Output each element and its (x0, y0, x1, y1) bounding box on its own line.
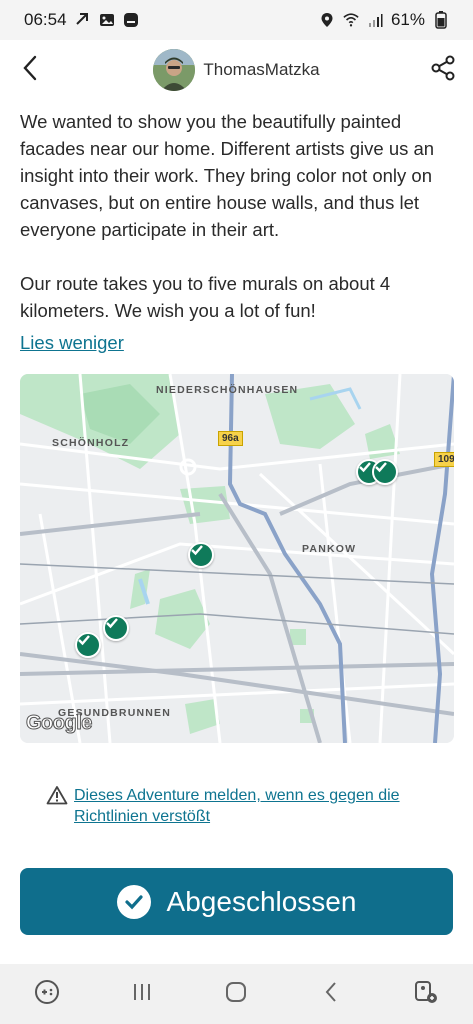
username: ThomasMatzka (203, 60, 320, 79)
map-canvas (20, 374, 454, 743)
gallery-icon (99, 12, 115, 28)
chevron-left-icon (22, 55, 38, 86)
back-nav-button[interactable] (306, 969, 356, 1019)
show-less-link[interactable]: Lies weniger (20, 329, 124, 356)
road-shield-109: 109 (434, 452, 454, 467)
accessibility-button[interactable] (401, 969, 451, 1019)
google-logo: Google (26, 712, 93, 735)
map-label-niederschoenhausen: NIEDERSCHÖNHAUSEN (156, 384, 299, 396)
home-button[interactable] (211, 969, 261, 1019)
recents-icon (131, 982, 153, 1007)
gamepad-icon (34, 979, 60, 1010)
check-icon (359, 462, 371, 473)
share-button[interactable] (421, 48, 465, 92)
description-paragraph-1: We wanted to show you the beautifully pa… (20, 111, 435, 240)
back-button[interactable] (8, 48, 52, 92)
wifi-icon (343, 12, 359, 28)
mural-pin[interactable] (188, 542, 214, 568)
check-icon (106, 618, 118, 629)
status-bar: 06:54 61% (0, 0, 473, 40)
route-map[interactable]: NIEDERSCHÖNHAUSEN SCHÖNHOLZ PANKOW GESUN… (20, 374, 454, 743)
accessibility-icon (413, 979, 439, 1010)
location-icon (319, 12, 335, 28)
app-header: ThomasMatzka (0, 40, 473, 100)
mural-pin[interactable] (75, 632, 101, 658)
avatar (153, 49, 196, 91)
mural-pin[interactable] (103, 615, 129, 641)
system-nav-bar (0, 964, 473, 1024)
description-paragraph-2: Our route takes you to five murals on ab… (20, 273, 391, 321)
report-adventure-link[interactable]: Dieses Adventure melden, wenn es gegen d… (74, 785, 446, 827)
map-label-schoenholz: SCHÖNHOLZ (52, 437, 130, 449)
warning-icon (46, 785, 68, 827)
missed-call-icon (75, 12, 91, 28)
status-left: 06:54 (24, 10, 139, 30)
app-icon (123, 12, 139, 28)
status-time: 06:54 (24, 10, 67, 29)
report-section: Dieses Adventure melden, wenn es gegen d… (46, 785, 446, 827)
game-launcher-button[interactable] (22, 969, 72, 1019)
map-label-pankow: PANKOW (302, 543, 357, 555)
road-shield-96a: 96a (218, 431, 243, 446)
chevron-left-icon (324, 981, 338, 1008)
check-icon (191, 545, 203, 556)
completed-button[interactable]: Abgeschlossen (20, 868, 453, 935)
battery-icon (433, 11, 449, 29)
signal-icon (367, 12, 383, 28)
user-profile-link[interactable]: ThomasMatzka (153, 49, 320, 91)
recent-apps-button[interactable] (117, 969, 167, 1019)
status-right: 61% (319, 10, 449, 30)
home-icon (225, 981, 247, 1008)
check-icon (375, 462, 387, 473)
share-icon (430, 55, 456, 86)
completed-button-label: Abgeschlossen (166, 885, 357, 917)
check-icon (78, 635, 90, 646)
battery-percent: 61% (390, 10, 425, 29)
mural-pin[interactable] (372, 459, 398, 485)
check-circle-icon (116, 884, 151, 919)
description: We wanted to show you the beautifully pa… (20, 108, 450, 356)
